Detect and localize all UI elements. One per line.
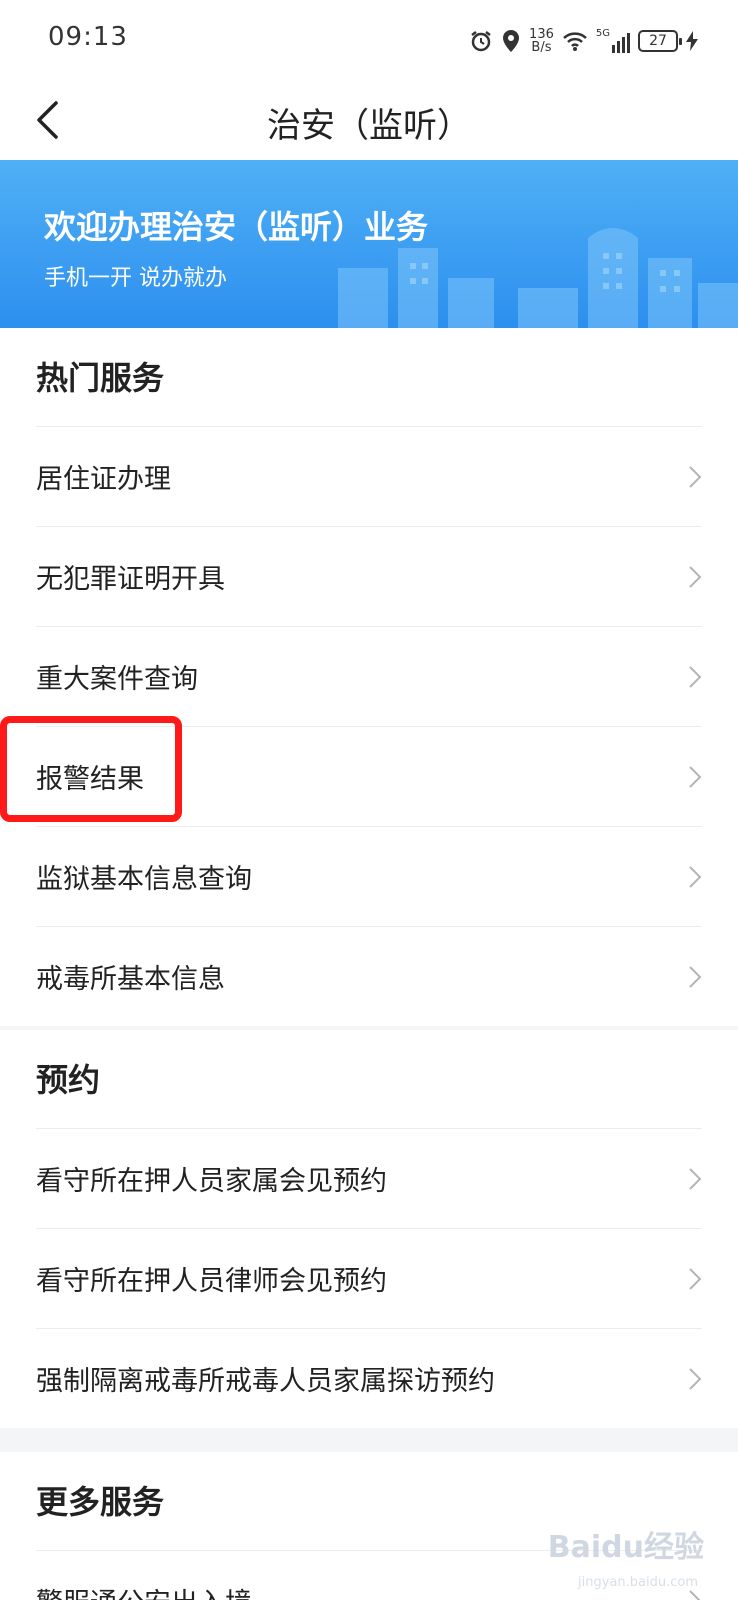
list-item-label: 强制隔离戒毒所戒毒人员家属探访预约 <box>36 1366 495 1397</box>
list-item-label: 居住证办理 <box>36 464 171 495</box>
nav-bar: 治安（监听） <box>0 80 738 160</box>
list-item-major-case-query[interactable]: 重大案件查询 <box>36 626 702 726</box>
chevron-right-icon <box>689 766 702 788</box>
page-title: 治安（监听） <box>267 106 471 146</box>
welcome-banner: 欢迎办理治安（监听）业务 手机一开 说办就办 <box>0 160 738 328</box>
charging-icon <box>686 31 698 51</box>
chevron-right-icon <box>689 1268 702 1290</box>
list-item-family-visit-detention[interactable]: 看守所在押人员家属会见预约 <box>36 1128 702 1228</box>
chevron-right-icon <box>689 666 702 688</box>
list-item-label: 无犯罪证明开具 <box>36 564 225 595</box>
section-title: 热门服务 <box>36 359 165 397</box>
status-bar: 09:13 136 B/s 5G 27 <box>0 0 738 80</box>
chevron-right-icon <box>689 966 702 988</box>
status-time: 09:13 <box>48 22 128 52</box>
list-item-family-visit-rehab[interactable]: 强制隔离戒毒所戒毒人员家属探访预约 <box>36 1328 702 1428</box>
alarm-icon <box>471 31 491 52</box>
baidu-watermark-url: jingyan.baidu.com <box>578 1575 698 1590</box>
chevron-right-icon <box>689 566 702 588</box>
wifi-icon <box>563 32 587 51</box>
chevron-right-icon <box>689 1368 702 1390</box>
list-item-residence-permit[interactable]: 居住证办理 <box>36 426 702 526</box>
list-item-label: 重大案件查询 <box>36 664 198 695</box>
list-item-label: 看守所在押人员家属会见预约 <box>36 1166 387 1197</box>
battery-icon: 27 <box>638 30 682 52</box>
status-icons: 136 B/s 5G 27 <box>469 24 698 58</box>
battery-level: 27 <box>649 33 667 49</box>
list-item-lawyer-visit-detention[interactable]: 看守所在押人员律师会见预约 <box>36 1228 702 1328</box>
net-speed-unit: B/s <box>531 40 552 55</box>
list-item-label: 看守所在押人员律师会见预约 <box>36 1266 387 1297</box>
chevron-right-icon <box>689 1590 701 1600</box>
section-title: 预约 <box>36 1061 101 1099</box>
section-appointment: 预约 看守所在押人员家属会见预约 看守所在押人员律师会见预约 强制隔离戒毒所戒毒… <box>0 1030 738 1428</box>
list-item-label: 警服通公安出入境 <box>36 1581 252 1600</box>
list-item-no-criminal-record[interactable]: 无犯罪证明开具 <box>36 526 702 626</box>
chevron-right-icon <box>689 866 702 888</box>
baidu-watermark: Baidu经验 <box>547 1530 704 1565</box>
chevron-right-icon <box>689 1168 702 1190</box>
list-item-rehab-center-info[interactable]: 戒毒所基本信息 <box>36 926 702 1026</box>
network-type: 5G <box>595 28 610 39</box>
banner-subtitle: 手机一开 说办就办 <box>44 266 227 291</box>
section-hot-services: 热门服务 居住证办理 无犯罪证明开具 重大案件查询 报警结果 监狱基本信息查询 … <box>0 328 738 1026</box>
list-item-prison-info[interactable]: 监狱基本信息查询 <box>36 826 702 926</box>
cellular-signal-icon: 5G <box>596 29 630 53</box>
banner-title: 欢迎办理治安（监听）业务 <box>44 208 429 246</box>
chevron-right-icon <box>689 466 702 488</box>
net-speed: 136 B/s <box>529 28 554 54</box>
list-item-label: 戒毒所基本信息 <box>36 964 225 995</box>
list-item-label: 监狱基本信息查询 <box>36 864 252 895</box>
highlight-annotation-box <box>0 716 182 822</box>
location-icon <box>503 30 520 52</box>
